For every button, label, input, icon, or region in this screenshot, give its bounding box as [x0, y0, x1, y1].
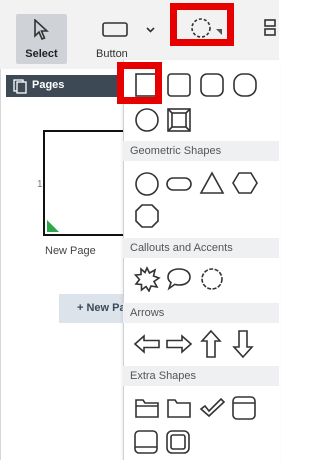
scalloped-circle-shape-icon[interactable]	[198, 266, 226, 292]
section-callouts-and-accents: Callouts and Accents	[123, 238, 279, 258]
section-label: Geometric Shapes	[130, 145, 222, 157]
arrow-down-icon[interactable]	[231, 329, 255, 359]
page-corner-marker	[47, 220, 59, 232]
octagon-shape-icon[interactable]	[134, 203, 160, 229]
section-label: Extra Shapes	[130, 370, 197, 382]
rounded-rectangle-shape-icon[interactable]	[199, 72, 225, 98]
framed-square-shape-icon[interactable]	[165, 429, 191, 455]
folder-open-shape-icon[interactable]	[133, 395, 161, 421]
arrow-left-icon[interactable]	[133, 331, 161, 357]
pages-panel	[0, 69, 124, 460]
new-page-button[interactable]: + New Page	[59, 294, 138, 323]
pages-header-label: Pages	[32, 79, 65, 91]
select-tool-button[interactable]: Select	[16, 14, 67, 64]
section-arrows: Arrows	[123, 303, 279, 323]
section-extra-shapes: Extra Shapes	[123, 366, 279, 386]
page-name: New Page	[45, 245, 96, 257]
stadium-shape-icon[interactable]	[165, 174, 193, 194]
circle-shape-icon[interactable]	[134, 107, 160, 133]
shape-dashed-circle-icon	[191, 18, 222, 38]
page-number: 1	[37, 179, 43, 190]
footer-panel-shape-icon[interactable]	[133, 429, 159, 455]
bevel-square-shape-icon[interactable]	[166, 107, 192, 133]
speech-bubble-shape-icon[interactable]	[165, 266, 193, 292]
rounded-rectangle-small-shape-icon[interactable]	[166, 72, 192, 98]
window-shape-icon[interactable]	[231, 395, 257, 421]
button-tool-label: Button	[96, 48, 128, 60]
shapes-tool-button[interactable]	[170, 3, 234, 46]
arrow-right-icon[interactable]	[165, 331, 193, 357]
page-thumbnail[interactable]	[43, 130, 123, 236]
layout-icon[interactable]	[263, 18, 279, 38]
button-tool-button[interactable]: Button	[96, 14, 158, 64]
arrow-up-icon[interactable]	[199, 329, 223, 359]
rounded-rectangle-large-shape-icon[interactable]	[232, 72, 258, 98]
pages-icon	[13, 79, 27, 94]
section-label: Callouts and Accents	[130, 242, 233, 254]
button-shape-icon	[102, 22, 155, 37]
section-geometric-shapes: Geometric Shapes	[123, 141, 279, 161]
select-tool-label: Select	[25, 48, 58, 60]
selected-shape-highlight	[117, 62, 162, 104]
burst-shape-icon[interactable]	[133, 266, 161, 292]
cursor-icon	[34, 19, 49, 41]
hexagon-shape-icon[interactable]	[231, 170, 259, 196]
triangle-shape-icon[interactable]	[199, 170, 225, 196]
folder-shape-icon[interactable]	[165, 395, 193, 421]
circle-shape-icon[interactable]	[134, 171, 160, 197]
pages-panel-header: Pages	[6, 75, 123, 97]
section-label: Arrows	[130, 307, 165, 319]
checkmark-shape-icon[interactable]	[198, 395, 226, 421]
